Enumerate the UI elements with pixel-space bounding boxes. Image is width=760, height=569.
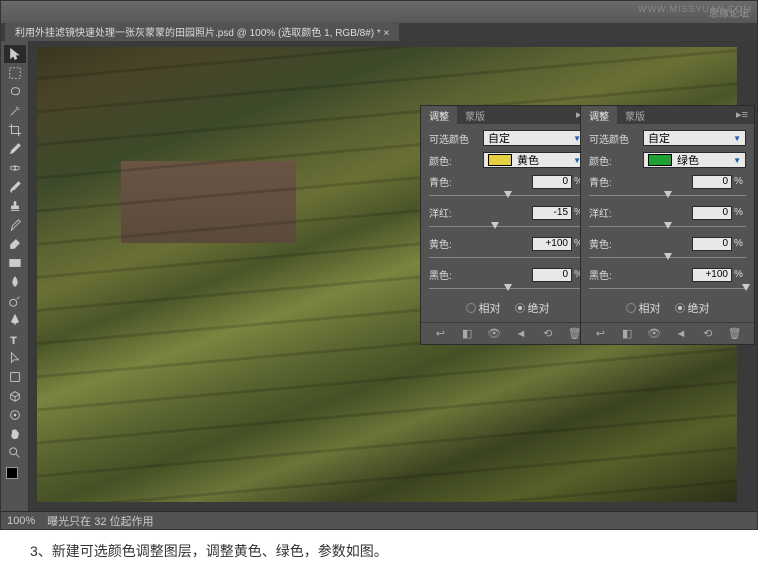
dodge-tool[interactable] <box>4 292 26 310</box>
reset-icon[interactable]: ⟲ <box>541 327 555 341</box>
zoom-level[interactable]: 100% <box>7 515 35 527</box>
path-select-tool[interactable] <box>4 349 26 367</box>
color-chip <box>648 154 672 166</box>
magenta-input[interactable]: 0 <box>692 206 732 220</box>
trash-icon[interactable]: 🗑 <box>728 327 742 341</box>
layer-icon[interactable]: ◧ <box>460 327 474 341</box>
preset-label: 可选颜色 <box>429 131 479 146</box>
black-label: 黑色: <box>429 267 532 282</box>
black-slider[interactable] <box>429 284 586 294</box>
stamp-tool[interactable] <box>4 197 26 215</box>
return-icon[interactable]: ↩ <box>433 327 447 341</box>
black-slider[interactable] <box>589 284 746 294</box>
cyan-slider[interactable] <box>589 191 746 201</box>
history-brush-tool[interactable] <box>4 216 26 234</box>
cyan-input[interactable]: 0 <box>692 175 732 189</box>
view-icon[interactable]: 👁 <box>487 327 501 341</box>
status-info: 曝光只在 32 位起作用 <box>47 513 153 529</box>
view-icon[interactable]: 👁 <box>647 327 661 341</box>
type-tool[interactable]: T <box>4 330 26 348</box>
yellow-input[interactable]: 0 <box>692 237 732 251</box>
panel-tabs: 调整 蒙版 ▸≡ <box>421 106 594 124</box>
pen-tool[interactable] <box>4 311 26 329</box>
zoom-tool[interactable] <box>4 444 26 462</box>
color-chip <box>488 154 512 166</box>
radio-absolute[interactable]: 绝对 <box>515 300 550 316</box>
panel-tabs: 调整 蒙版 ▸≡ <box>581 106 754 124</box>
watermark: WWW.MISSYUAN.COM <box>638 4 752 14</box>
radio-relative[interactable]: 相对 <box>466 300 501 316</box>
document-tab[interactable]: 利用外挂滤镜快速处理一张灰蒙蒙的田园照片.psd @ 100% (选取颜色 1,… <box>5 22 399 41</box>
yellow-input[interactable]: +100 <box>532 237 572 251</box>
preset-select[interactable]: 自定▼ <box>643 130 746 146</box>
yellow-slider[interactable] <box>429 253 586 263</box>
statusbar: 100% 曝光只在 32 位起作用 <box>1 511 757 529</box>
color-swatch[interactable] <box>6 467 24 485</box>
crop-tool[interactable] <box>4 121 26 139</box>
tab-adjustments[interactable]: 调整 <box>421 106 457 124</box>
panel-menu-icon[interactable]: ▸≡ <box>730 106 754 124</box>
yellow-label: 黄色: <box>589 236 692 251</box>
yellow-slider[interactable] <box>589 253 746 263</box>
cyan-slider[interactable] <box>429 191 586 201</box>
heal-tool[interactable] <box>4 159 26 177</box>
magenta-input[interactable]: -15 <box>532 206 572 220</box>
layer-icon[interactable]: ◧ <box>620 327 634 341</box>
black-input[interactable]: 0 <box>532 268 572 282</box>
previous-icon[interactable]: ◄ <box>674 327 688 341</box>
magenta-label: 洋红: <box>429 205 532 220</box>
radio-relative[interactable]: 相对 <box>626 300 661 316</box>
preset-select[interactable]: 自定▼ <box>483 130 586 146</box>
gradient-tool[interactable] <box>4 254 26 272</box>
brush-tool[interactable] <box>4 178 26 196</box>
reset-icon[interactable]: ⟲ <box>701 327 715 341</box>
blur-tool[interactable] <box>4 273 26 291</box>
color-label: 颜色: <box>429 153 479 168</box>
camera-tool[interactable] <box>4 406 26 424</box>
3d-tool[interactable] <box>4 387 26 405</box>
adjustments-panel-1: 调整 蒙版 ▸≡ 可选颜色 自定▼ 颜色: 黄色 ▼ 青色:0% 洋红:-15%… <box>420 105 595 345</box>
magenta-slider[interactable] <box>589 222 746 232</box>
eraser-tool[interactable] <box>4 235 26 253</box>
magenta-label: 洋红: <box>589 205 692 220</box>
adjustments-panel-2: 调整 蒙版 ▸≡ 可选颜色 自定▼ 颜色: 绿色 ▼ 青色:0% 洋红:0% 黄… <box>580 105 755 345</box>
svg-text:T: T <box>10 335 16 346</box>
magenta-slider[interactable] <box>429 222 586 232</box>
chevron-down-icon: ▼ <box>733 156 741 165</box>
preset-label: 可选颜色 <box>589 131 639 146</box>
color-select[interactable]: 绿色 ▼ <box>643 152 746 168</box>
move-tool[interactable] <box>4 45 26 63</box>
panel-footer: ↩ ◧ 👁 ◄ ⟲ 🗑 <box>421 322 594 344</box>
previous-icon[interactable]: ◄ <box>514 327 528 341</box>
lasso-tool[interactable] <box>4 83 26 101</box>
cyan-label: 青色: <box>589 174 692 189</box>
yellow-label: 黄色: <box>429 236 532 251</box>
tab-masks[interactable]: 蒙版 <box>617 106 653 124</box>
caption-text: 3、新建可选颜色调整图层，调整黄色、绿色，参数如图。 <box>30 541 388 561</box>
black-input[interactable]: +100 <box>692 268 732 282</box>
black-label: 黑色: <box>589 267 692 282</box>
document-tab-strip: 利用外挂滤镜快速处理一张灰蒙蒙的田园照片.psd @ 100% (选取颜色 1,… <box>1 23 757 41</box>
color-select[interactable]: 黄色 ▼ <box>483 152 586 168</box>
color-label: 颜色: <box>589 153 639 168</box>
eyedropper-tool[interactable] <box>4 140 26 158</box>
marquee-tool[interactable] <box>4 64 26 82</box>
hand-tool[interactable] <box>4 425 26 443</box>
tab-masks[interactable]: 蒙版 <box>457 106 493 124</box>
tools-toolbar: T <box>1 41 29 511</box>
tab-adjustments[interactable]: 调整 <box>581 106 617 124</box>
wand-tool[interactable] <box>4 102 26 120</box>
chevron-down-icon: ▼ <box>733 134 741 143</box>
panel-footer: ↩ ◧ 👁 ◄ ⟲ 🗑 <box>581 322 754 344</box>
radio-absolute[interactable]: 绝对 <box>675 300 710 316</box>
cyan-input[interactable]: 0 <box>532 175 572 189</box>
cyan-label: 青色: <box>429 174 532 189</box>
shape-tool[interactable] <box>4 368 26 386</box>
return-icon[interactable]: ↩ <box>593 327 607 341</box>
